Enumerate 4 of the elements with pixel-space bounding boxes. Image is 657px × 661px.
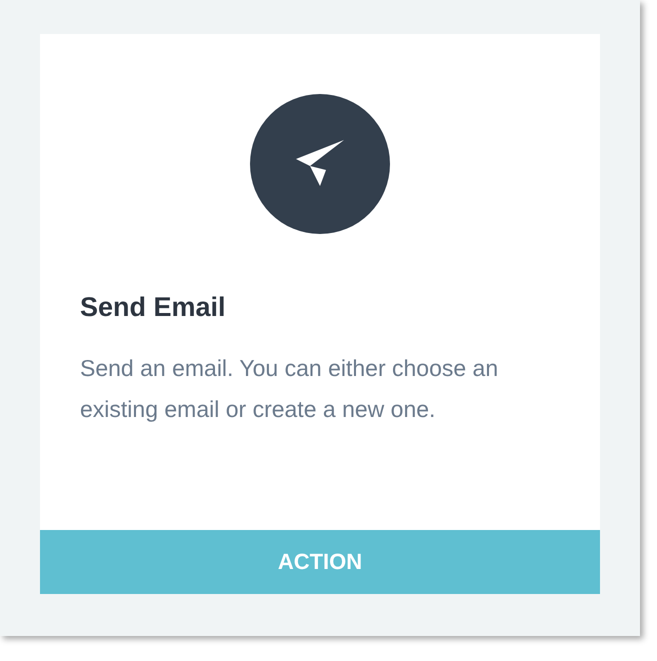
category-bar: ACTION [40,530,600,594]
card-title: Send Email [80,291,227,324]
paper-plane-icon [250,94,390,234]
card-description: Send an email. You can either choose an existing email or create a new one. [80,354,500,424]
